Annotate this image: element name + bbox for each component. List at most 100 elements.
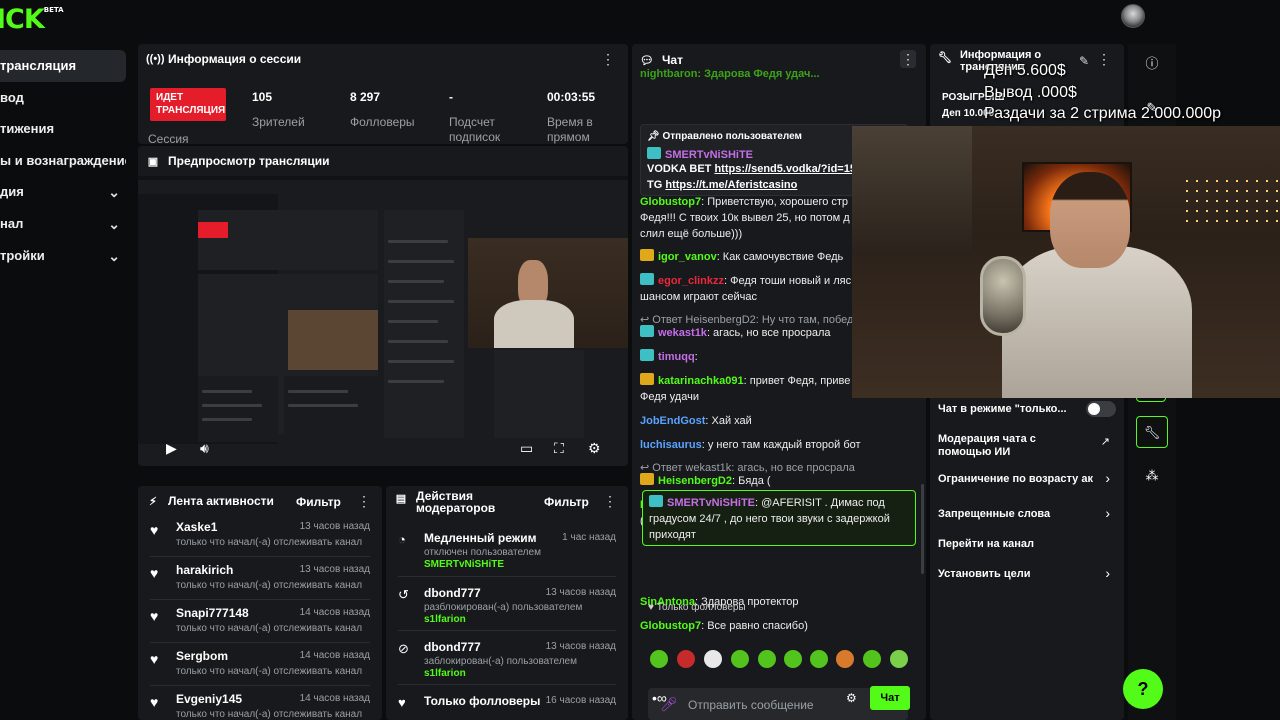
subs-value: - <box>449 90 453 104</box>
heart-icon: ♥ <box>150 565 159 581</box>
activity-item: ♥ harakirich 13 часов назад только что н… <box>138 559 382 601</box>
heart-icon: ♥ <box>648 602 657 613</box>
badge-icon <box>640 249 654 261</box>
activity-item: ♥ Sergbom 14 часов назад только что нача… <box>138 645 382 687</box>
followers-value: 8 297 <box>350 90 381 104</box>
chat-message[interactable]: HeisenbergD2: Бяда ( <box>640 473 914 489</box>
followers-label: Фолловеры <box>350 115 415 129</box>
points-icon[interactable]: •∞ <box>652 690 667 706</box>
broadcast-icon: ((•)) <box>146 53 165 65</box>
pinned-link-vodka[interactable]: https://send5.vodka/?id=15532 <box>714 163 874 175</box>
mod-actions-panel: ▤ Действия модераторов Фильтр ⋮ ◔ Медленн… <box>386 486 628 720</box>
dashboard: ICKBETA трансляция вод тижения ы и возна… <box>0 0 1280 720</box>
viewers-value: 105 <box>252 90 273 104</box>
pinned-link-telegram[interactable]: https://t.me/Aferistcasino <box>665 179 797 191</box>
info-icon[interactable]: ⓘ <box>1136 48 1168 80</box>
lightning-icon: ⚡︎ <box>149 495 157 508</box>
activity-title: Лента активности <box>168 494 274 508</box>
chevron-down-icon: ⌄ <box>108 248 120 264</box>
emote-icon[interactable] <box>677 650 695 668</box>
emote-icon[interactable] <box>863 650 881 668</box>
emote-icon[interactable] <box>758 650 776 668</box>
sidebar-item-rewards[interactable]: ы и вознаграждение <box>0 145 126 177</box>
sidebar-item-stream[interactable]: трансляция <box>0 50 126 82</box>
chat-settings-icon[interactable]: ⚙ <box>846 691 857 705</box>
slow-mode-icon: ◔ <box>398 532 406 547</box>
badge-icon <box>640 273 654 285</box>
heart-icon: ♥ <box>150 651 159 667</box>
go-to-channel-link[interactable]: Перейти на канал <box>938 538 1112 551</box>
badge-icon <box>640 473 654 485</box>
banned-words-setting[interactable]: Запрещенные слова <box>938 508 1112 521</box>
edit-icon[interactable]: ✎ <box>1076 52 1092 70</box>
subs-label: Подсчет подписок <box>449 115 501 144</box>
mod-filter-button[interactable]: Фильтр <box>544 495 589 509</box>
external-link-icon: ↗ <box>1100 436 1110 448</box>
wrench-icon[interactable]: 🔧︎ <box>1136 416 1168 448</box>
activity-item: ♥ Evgeniy145 14 часов назад только что н… <box>150 692 370 720</box>
send-chat-button[interactable]: Чат <box>870 686 910 710</box>
chat-message[interactable]: luchisaurus: у него там каждый второй бо… <box>640 437 914 453</box>
overlay-deposit: Деп 5.600$ <box>984 62 1066 79</box>
activity-filter-button[interactable]: Фильтр <box>296 495 341 509</box>
more-icon[interactable]: ⋮ <box>1096 50 1112 68</box>
sidebar-item-channel[interactable]: нал ⌄ <box>0 208 126 240</box>
ai-moderation-setting[interactable]: Модерация чата с помощью ИИ <box>938 433 1088 459</box>
document-icon: ▤ <box>395 493 407 505</box>
heart-icon: ♥ <box>398 695 406 710</box>
webcam-overlay <box>852 126 1280 398</box>
age-restriction-setting[interactable]: Ограничение по возрасту ак <box>938 473 1112 486</box>
emote-icon[interactable] <box>810 650 828 668</box>
viewers-label: Зрителей <box>252 115 305 129</box>
emote-icon[interactable] <box>890 650 908 668</box>
chat-message-highlighted[interactable]: SMERTvNiSHiTE: @AFERISIT . Димас под гра… <box>642 490 916 546</box>
more-icon[interactable]: ⋮ <box>602 492 618 510</box>
more-icon[interactable]: ⋮ <box>600 50 616 68</box>
chevron-down-icon: ⌄ <box>108 184 120 200</box>
chat-input[interactable]: 🎤︎ Отправить сообщение ☺ <box>648 688 908 720</box>
chat-message[interactable]: Globustop7: Все равно спасибо) <box>640 618 914 634</box>
theater-mode-icon[interactable]: ▭ <box>520 440 533 457</box>
user-avatar[interactable] <box>1121 4 1145 28</box>
play-icon[interactable]: ▶ <box>166 440 177 457</box>
kick-logo[interactable]: ICKBETA <box>0 4 64 35</box>
emote-icon[interactable] <box>784 650 802 668</box>
emote-icon[interactable] <box>650 650 668 668</box>
help-button[interactable]: ? <box>1123 669 1163 709</box>
uptime-label: Время в прямом <box>547 115 593 144</box>
chat-message-partial: nightbaron: Здарова Федя удач... <box>640 68 820 80</box>
preview-title: Предпросмотр трансляции <box>168 154 330 168</box>
sidebar-item-settings[interactable]: тройки ⌄ <box>0 240 126 272</box>
mod-action-item: ◔ Медленный режим 1 час назад отключен п… <box>386 522 628 577</box>
sidebar-item-achievements[interactable]: тижения <box>0 113 126 145</box>
ban-icon: ⊘ <box>398 641 409 656</box>
emote-icon[interactable] <box>836 650 854 668</box>
settings-gear-icon[interactable]: ⚙ <box>588 440 601 457</box>
chat-scrollbar[interactable] <box>921 484 924 574</box>
heart-icon: ♥ <box>150 694 159 710</box>
overlay-giveaways: Раздачи за 2 стрима 2.000.000р <box>984 105 1222 122</box>
activity-item: ♥ Xaske1 13 часов назад только что начал… <box>138 516 382 558</box>
session-info-panel: ((•)) Информация о сессии ⋮ ИДЕТ ТРАНСЛЯЦ… <box>138 44 628 144</box>
stream-preview[interactable] <box>138 180 628 466</box>
fullscreen-icon[interactable]: ⛶ <box>554 440 564 457</box>
emote-icon[interactable] <box>704 650 722 668</box>
heart-icon: ♥ <box>150 608 159 624</box>
badge-icon <box>640 373 654 385</box>
mod-action-item: ↺ dbond777 13 часов назад разблокирован(… <box>386 577 628 631</box>
badge-icon <box>640 325 654 337</box>
set-goals-setting[interactable]: Установить цели <box>938 568 1112 581</box>
more-icon[interactable]: ⋮ <box>356 492 372 510</box>
chat-message[interactable]: JobEndGost: Хай хай <box>640 413 914 429</box>
apps-icon[interactable]: ⁂ <box>1136 460 1168 492</box>
volume-icon[interactable]: 🔊︎ <box>200 440 209 457</box>
sidebar-item-withdraw[interactable]: вод <box>0 82 126 114</box>
session-label: Сессия <box>148 132 189 144</box>
uptime-value: 00:03:55 <box>547 90 596 104</box>
unban-icon: ↺ <box>398 587 409 602</box>
activity-feed-panel: ⚡︎ Лента активности Фильтр ⋮ ♥ Xaske1 13 … <box>138 486 382 720</box>
emote-icon[interactable] <box>731 650 749 668</box>
sidebar-item-media[interactable]: дия ⌄ <box>0 176 126 208</box>
top-bar: ICKBETA <box>0 0 1180 36</box>
followers-only-toggle[interactable] <box>1086 401 1116 417</box>
